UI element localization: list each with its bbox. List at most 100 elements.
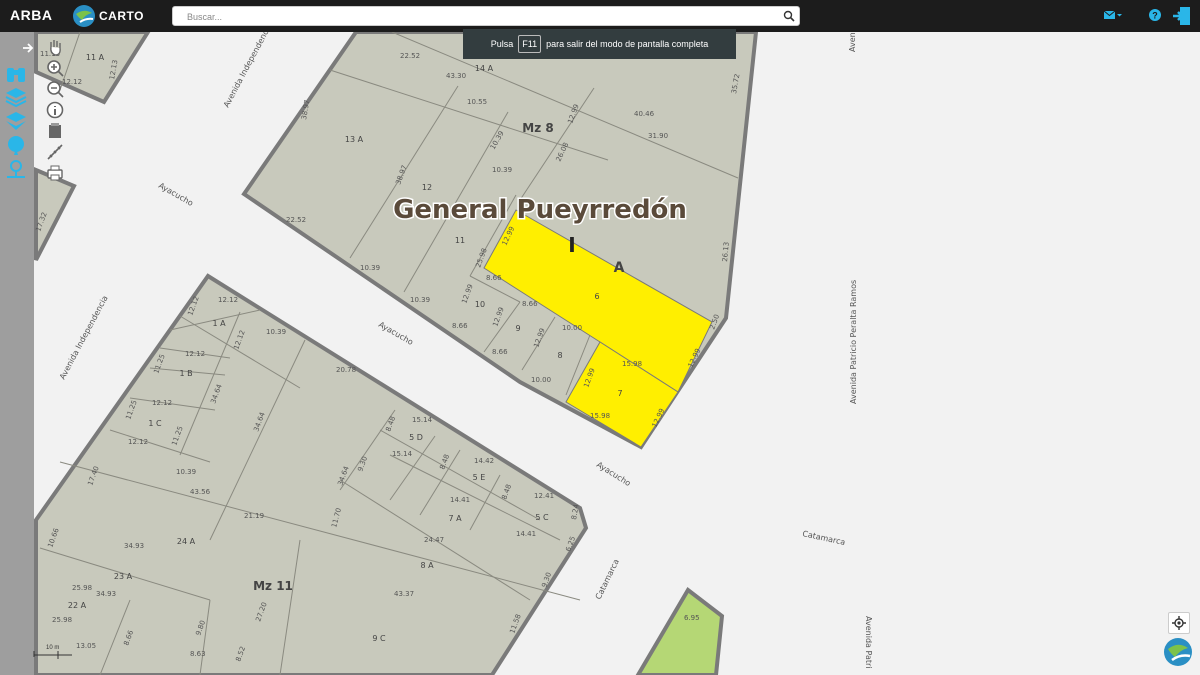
parcel-label: 1 C <box>148 419 162 428</box>
dim-label: 40.46 <box>634 110 655 118</box>
parcel-label: 10 <box>475 300 485 309</box>
logo-text: CARTO <box>99 9 144 23</box>
logout-icon[interactable] <box>1172 6 1192 26</box>
parcel-label: 13 A <box>345 135 364 144</box>
dim-label: 12.41 <box>534 492 554 500</box>
carto-logo[interactable]: CARTO <box>72 4 144 28</box>
dim-label: 31.90 <box>648 132 668 140</box>
parcel-label: 6 <box>594 292 599 301</box>
parcel-label: 23 A <box>114 572 133 581</box>
street-av-peralta-ramos: Avenida Patricio Peralta Ramos <box>849 280 858 404</box>
dim-label: 8.66 <box>522 300 538 308</box>
top-bar: ARBA CARTO ? <box>0 0 1200 32</box>
manzana-11-label: Mz 11 <box>253 579 293 593</box>
dim-label: 25.98 <box>52 616 72 624</box>
dim-label: 15.14 <box>412 416 433 424</box>
dim-label: 12.12 <box>128 438 148 446</box>
parcel-label: 22 A <box>68 601 87 610</box>
parcel-label: 14 A <box>475 64 494 73</box>
dim-label: 10.00 <box>562 324 582 332</box>
svg-text:?: ? <box>1152 11 1158 21</box>
zoom-out-icon[interactable] <box>46 80 64 98</box>
search-input[interactable] <box>173 8 777 26</box>
dim-label: 10.39 <box>266 328 286 336</box>
brand-arba[interactable]: ARBA <box>10 7 52 23</box>
dim-label: 10.39 <box>176 468 196 476</box>
dim-label: 14.42 <box>474 457 494 465</box>
dim-label: 25.98 <box>72 584 92 592</box>
locate-icon <box>1172 616 1186 630</box>
carto-globe-icon[interactable] <box>1162 636 1194 668</box>
parcel-label: 7 <box>617 389 622 398</box>
search-icon[interactable] <box>783 10 795 22</box>
dim-label: 12.12 <box>185 350 205 358</box>
notice-key: F11 <box>518 35 542 53</box>
notice-after: para salir del modo de pantalla completa <box>546 39 709 49</box>
parcel-label: 5 C <box>535 513 549 522</box>
parcel-label: 11 <box>455 236 465 245</box>
globe-pin-icon[interactable] <box>4 134 28 156</box>
dim-label: 8.66 <box>452 322 468 330</box>
select-icon[interactable] <box>46 122 64 140</box>
parcel-label: 1 A <box>212 319 226 328</box>
help-icon[interactable]: ? <box>1149 9 1161 21</box>
dim-label: 43.56 <box>190 488 211 496</box>
layers-stack-icon[interactable] <box>4 110 28 132</box>
dim-label: 10.00 <box>531 376 551 384</box>
parcel-label: 9 <box>515 324 520 333</box>
dim-label: 22.52 <box>400 52 420 60</box>
expand-icon[interactable] <box>22 42 34 54</box>
seccion-label: I <box>568 233 575 257</box>
dim-label: 22.52 <box>286 216 306 224</box>
dim-label: 43.30 <box>446 72 466 80</box>
dim-label: 15.98 <box>622 360 642 368</box>
dim-label: 12.12 <box>152 399 172 407</box>
measure-icon[interactable] <box>46 143 64 161</box>
carto-globe-icon <box>73 5 95 27</box>
pan-icon[interactable] <box>46 38 64 56</box>
parcel-label: 7 A <box>448 514 462 523</box>
binoculars-icon[interactable] <box>4 62 28 84</box>
dim-label: 8.63 <box>190 650 206 658</box>
locate-button[interactable] <box>1168 612 1190 634</box>
parcel-label: 8 <box>557 351 562 360</box>
dim-label: 34.93 <box>96 590 116 598</box>
street-av-patricio: Avenida Patri <box>864 616 873 669</box>
dim-label: 13.05 <box>76 642 96 650</box>
dim-label: 12.12 <box>218 296 238 304</box>
fullscreen-notice: Pulsa F11 para salir del modo de pantall… <box>463 29 736 59</box>
dim-label: 15.14 <box>392 450 413 458</box>
dim-label: 21.19 <box>244 512 264 520</box>
dim-label: 14.41 <box>516 530 536 538</box>
dim-label: 10.39 <box>360 264 380 272</box>
scale-text: 10 m <box>46 645 60 651</box>
dim-label: 10.39 <box>410 296 430 304</box>
zoom-in-icon[interactable] <box>46 59 64 77</box>
dim-label: 8.66 <box>492 348 508 356</box>
dim-label: 8.66 <box>486 274 502 282</box>
parcel-label: 8 A <box>420 561 434 570</box>
user-pin-icon[interactable] <box>4 158 28 180</box>
map-canvas[interactable]: General Pueyrredón I A Mz 8 Mz 11 11 A 1… <box>0 32 1200 675</box>
street-av-top: Avenid <box>848 32 857 52</box>
parcel-label: 24 A <box>177 537 196 546</box>
map-scale: 10 m <box>32 645 74 663</box>
cadastral-map[interactable]: General Pueyrredón I A Mz 8 Mz 11 11 A 1… <box>0 32 1200 675</box>
layers-icon[interactable] <box>4 86 28 108</box>
dim-label: 15.98 <box>590 412 610 420</box>
mail-icon[interactable] <box>1104 11 1122 21</box>
manzana-8-label: Mz 8 <box>522 121 553 135</box>
parcel-label: 11 A <box>86 53 105 62</box>
map-tools <box>46 38 68 182</box>
info-icon[interactable] <box>46 101 64 119</box>
main-toolbar <box>0 60 32 182</box>
partido-label: General Pueyrredón <box>393 195 687 225</box>
parcel-label: 9 C <box>372 634 386 643</box>
parcel-label: 12 <box>422 183 432 192</box>
dim-label: 34.93 <box>124 542 144 550</box>
print-icon[interactable] <box>46 164 64 182</box>
search-box[interactable] <box>172 6 800 26</box>
dim-label: 14.41 <box>450 496 470 504</box>
dim-label: 24.47 <box>424 536 444 544</box>
dim-label: 10.39 <box>492 166 512 174</box>
